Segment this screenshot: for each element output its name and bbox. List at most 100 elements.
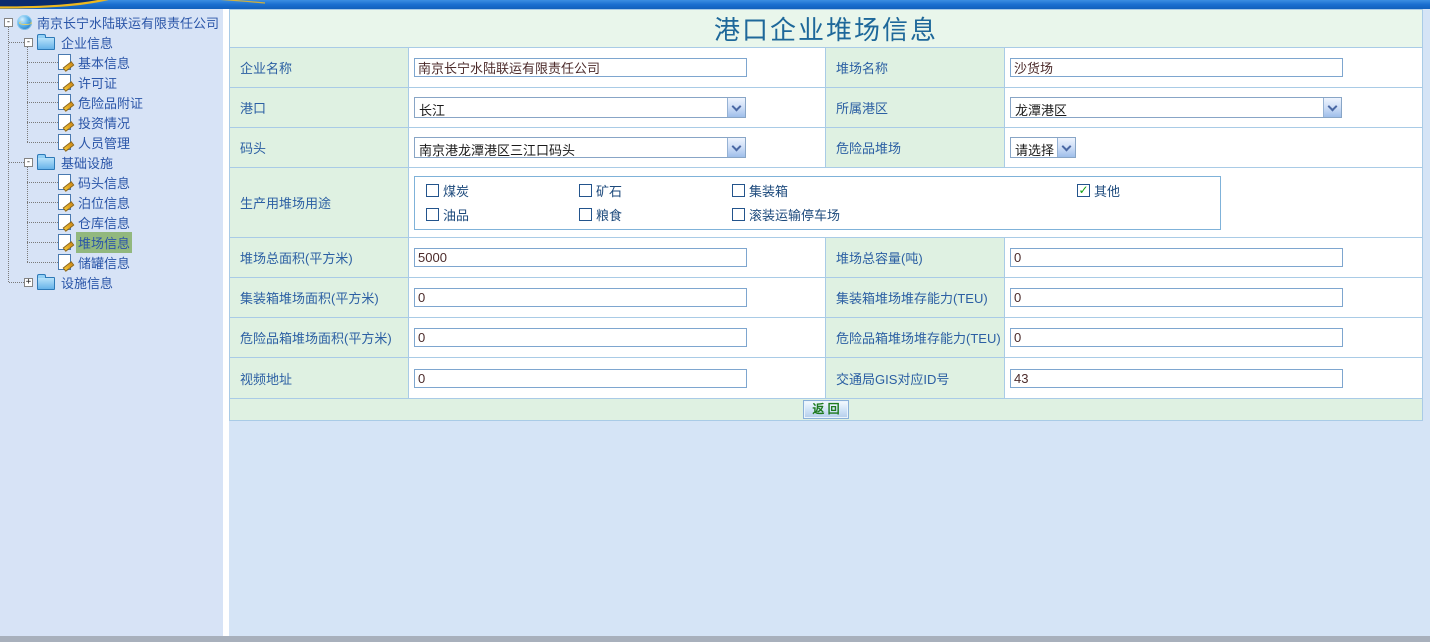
sidebar-item-basic-info[interactable]: 基本信息 bbox=[0, 52, 223, 72]
wharf-label: 码头 bbox=[230, 128, 409, 168]
page-edit-icon bbox=[58, 94, 71, 110]
checkbox-icon bbox=[579, 184, 592, 197]
expand-toggle-icon[interactable]: + bbox=[24, 278, 33, 287]
sidebar-item-facility-info[interactable]: + 设施信息 bbox=[0, 272, 223, 292]
chevron-down-icon bbox=[727, 138, 745, 157]
tree-connector bbox=[27, 222, 58, 223]
container-capacity-input[interactable] bbox=[1010, 288, 1343, 307]
sidebar-item-yard-info[interactable]: 堆场信息 bbox=[0, 232, 223, 252]
checkbox-icon bbox=[732, 208, 745, 221]
total-capacity-input[interactable] bbox=[1010, 248, 1343, 267]
selected-tree-item-label: 堆场信息 bbox=[76, 232, 132, 253]
dangerous-area-input[interactable] bbox=[414, 328, 747, 347]
total-area-input[interactable] bbox=[414, 248, 747, 267]
banner-swoosh-graphic bbox=[0, 0, 1430, 9]
chevron-down-icon bbox=[1057, 138, 1075, 157]
collapse-toggle-icon[interactable]: - bbox=[24, 38, 33, 47]
container-area-label: 集装箱堆场面积(平方米) bbox=[230, 278, 409, 318]
tree-connector bbox=[27, 202, 58, 203]
page-edit-icon bbox=[58, 234, 71, 250]
port-label: 港口 bbox=[230, 88, 409, 128]
yard-usage-group: 煤炭 矿石 集装箱 其他 bbox=[414, 176, 1221, 230]
checkbox-checked-icon bbox=[1077, 184, 1090, 197]
form-title-row: 港口企业堆场信息 bbox=[230, 10, 1422, 48]
dangerous-capacity-input[interactable] bbox=[1010, 328, 1343, 347]
tree-connector bbox=[27, 182, 58, 183]
dangerous-yard-label: 危险品堆场 bbox=[826, 128, 1005, 168]
tree-connector bbox=[9, 42, 24, 43]
yard-usage-label: 生产用堆场用途 bbox=[230, 168, 409, 238]
container-capacity-label: 集装箱堆场堆存能力(TEU) bbox=[826, 278, 1005, 318]
collapse-toggle-icon[interactable]: - bbox=[24, 158, 33, 167]
port-area-label: 所属港区 bbox=[826, 88, 1005, 128]
total-area-label: 堆场总面积(平方米) bbox=[230, 238, 409, 278]
usage-checkbox-other[interactable]: 其他 bbox=[1077, 179, 1220, 203]
sidebar-item-infrastructure[interactable]: - 基础设施 bbox=[0, 152, 223, 172]
port-area-select[interactable]: 龙潭港区 bbox=[1010, 97, 1342, 118]
return-button[interactable]: 返 回 bbox=[803, 400, 849, 419]
chevron-down-icon bbox=[1323, 98, 1341, 117]
tree-connector bbox=[9, 282, 24, 283]
usage-checkbox-roro-parking[interactable]: 滚装运输停车场 bbox=[732, 203, 1077, 227]
company-name-label: 企业名称 bbox=[230, 48, 409, 88]
checkbox-icon bbox=[426, 184, 439, 197]
sidebar-item-company-root[interactable]: - 南京长宁水陆联运有限责任公司 bbox=[0, 12, 223, 32]
usage-checkbox-container[interactable]: 集装箱 bbox=[732, 179, 1077, 203]
tree-connector bbox=[27, 62, 58, 63]
content-area: 港口企业堆场信息 企业名称 堆场名称 港口 bbox=[229, 9, 1430, 636]
bottom-bar bbox=[0, 636, 1430, 642]
tree-connector bbox=[9, 162, 24, 163]
page-edit-icon bbox=[58, 174, 71, 190]
chevron-down-icon bbox=[727, 98, 745, 117]
usage-checkbox-coal[interactable]: 煤炭 bbox=[426, 179, 579, 203]
tree-connector bbox=[27, 102, 58, 103]
globe-icon bbox=[17, 15, 32, 30]
yard-name-label: 堆场名称 bbox=[826, 48, 1005, 88]
tree-connector bbox=[27, 142, 58, 143]
page-edit-icon bbox=[58, 74, 71, 90]
folder-closed-icon bbox=[37, 277, 55, 290]
sidebar-item-license[interactable]: 许可证 bbox=[0, 72, 223, 92]
sidebar-item-enterprise-info[interactable]: - 企业信息 bbox=[0, 32, 223, 52]
yard-name-input[interactable] bbox=[1010, 58, 1343, 77]
page-root: - 南京长宁水陆联运有限责任公司 - 企业信息 基本信息 许可证 bbox=[0, 0, 1430, 642]
sidebar-item-dangerous-goods-cert[interactable]: 危险品附证 bbox=[0, 92, 223, 112]
dangerous-capacity-label: 危险品箱堆场堆存能力(TEU) bbox=[826, 318, 1005, 358]
container-area-input[interactable] bbox=[414, 288, 747, 307]
sidebar-item-investment[interactable]: 投资情况 bbox=[0, 112, 223, 132]
page-title: 港口企业堆场信息 bbox=[714, 10, 938, 47]
tree-connector bbox=[27, 82, 58, 83]
tree-connector bbox=[27, 242, 58, 243]
usage-checkbox-grain[interactable]: 粮食 bbox=[579, 203, 732, 227]
form-footer-row: 返 回 bbox=[230, 399, 1422, 420]
gis-id-input[interactable] bbox=[1010, 369, 1343, 388]
folder-open-icon bbox=[37, 37, 55, 50]
sidebar-item-wharf-info[interactable]: 码头信息 bbox=[0, 172, 223, 192]
sidebar-item-tank-info[interactable]: 储罐信息 bbox=[0, 252, 223, 272]
page-edit-icon bbox=[58, 114, 71, 130]
page-edit-icon bbox=[58, 194, 71, 210]
page-edit-icon bbox=[58, 214, 71, 230]
video-url-label: 视频地址 bbox=[230, 358, 409, 399]
yard-info-form: 港口企业堆场信息 企业名称 堆场名称 港口 bbox=[229, 9, 1423, 421]
sidebar-item-personnel[interactable]: 人员管理 bbox=[0, 132, 223, 152]
sidebar-tree: - 南京长宁水陆联运有限责任公司 - 企业信息 基本信息 许可证 bbox=[0, 9, 223, 636]
usage-checkbox-oil[interactable]: 油品 bbox=[426, 203, 579, 227]
page-edit-icon bbox=[58, 54, 71, 70]
total-capacity-label: 堆场总容量(吨) bbox=[826, 238, 1005, 278]
page-edit-icon bbox=[58, 254, 71, 270]
sidebar-item-berth-info[interactable]: 泊位信息 bbox=[0, 192, 223, 212]
checkbox-icon bbox=[426, 208, 439, 221]
dangerous-yard-select[interactable]: 请选择 bbox=[1010, 137, 1076, 158]
video-url-input[interactable] bbox=[414, 369, 747, 388]
wharf-select[interactable]: 南京港龙潭港区三江口码头 bbox=[414, 137, 746, 158]
tree-connector bbox=[27, 262, 58, 263]
tree-connector bbox=[27, 122, 58, 123]
folder-open-icon bbox=[37, 157, 55, 170]
usage-checkbox-ore[interactable]: 矿石 bbox=[579, 179, 732, 203]
company-name-input[interactable] bbox=[414, 58, 747, 77]
top-banner bbox=[0, 0, 1430, 9]
sidebar-item-warehouse-info[interactable]: 仓库信息 bbox=[0, 212, 223, 232]
collapse-toggle-icon[interactable]: - bbox=[4, 18, 13, 27]
port-select[interactable]: 长江 bbox=[414, 97, 746, 118]
